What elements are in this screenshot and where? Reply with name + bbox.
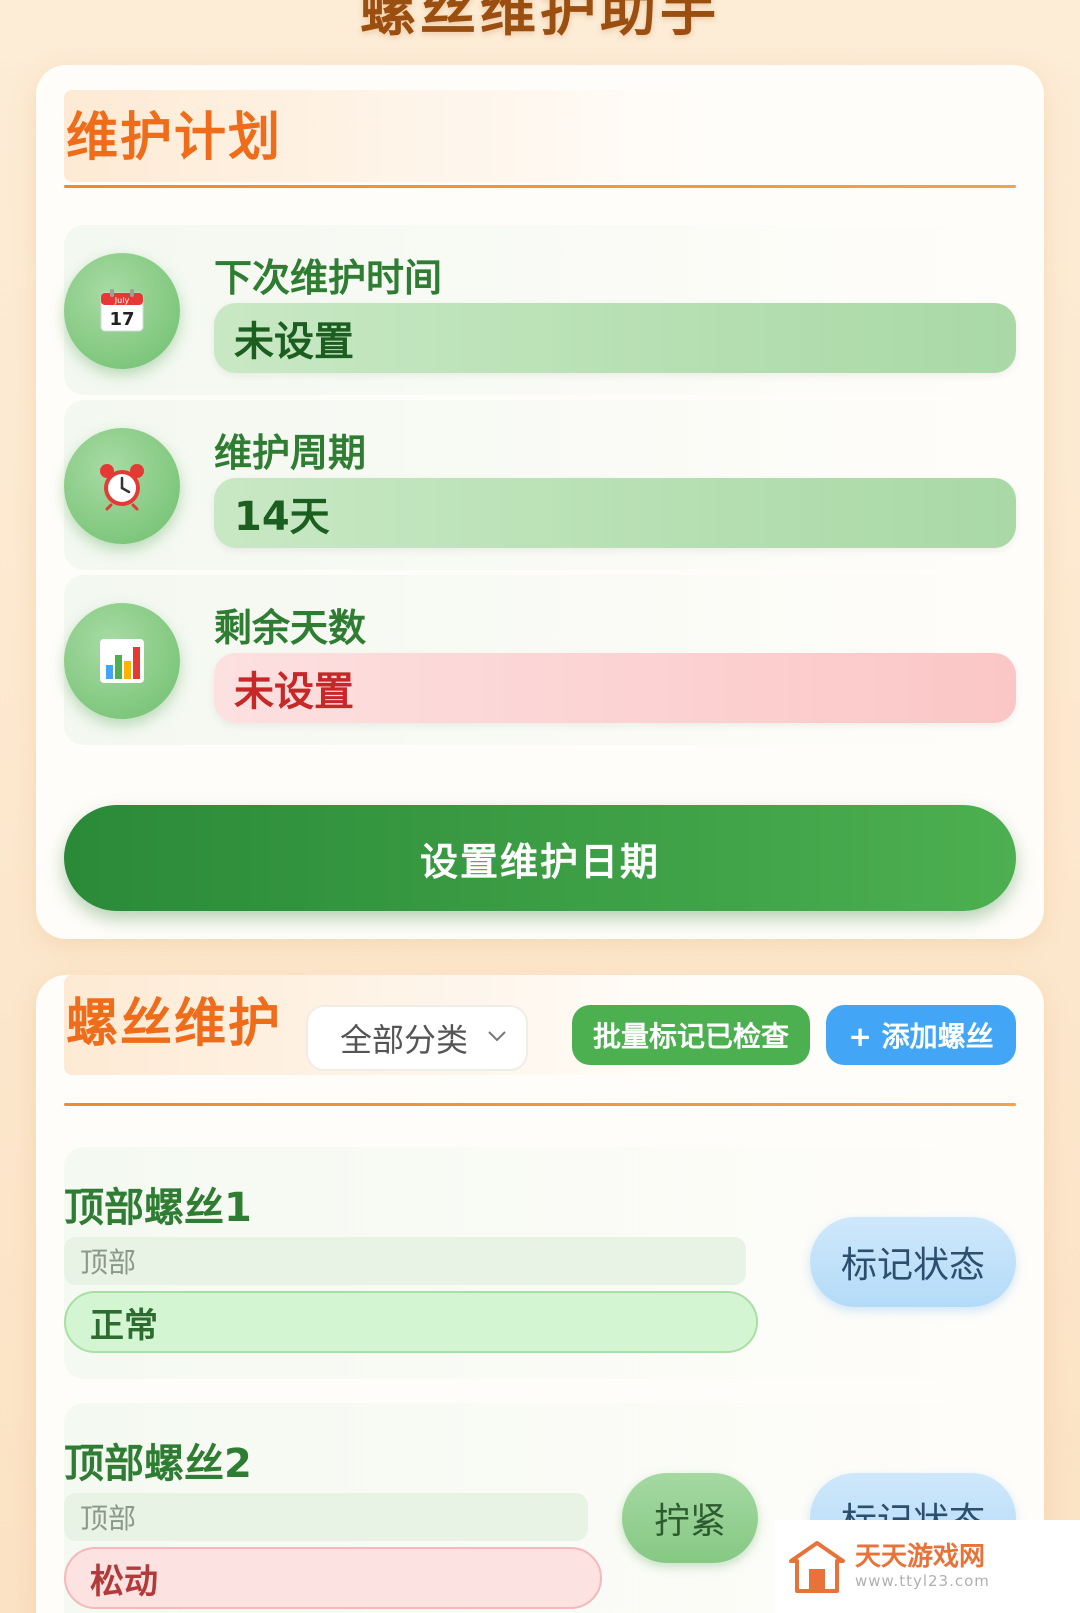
screw-category: 顶部 [64,1237,746,1285]
screw-maintenance-card: 螺丝维护 全部分类 批量标记已检查 + 添加螺丝 顶部螺丝1 顶部 正常 标记状… [36,975,1044,1613]
next-maintenance-value: 未设置 [214,303,1016,373]
info-row-remaining-days: 剩余天数 未设置 [64,575,1016,745]
category-filter-value: 全部分类 [340,1021,469,1059]
svg-text:July: July [114,296,130,305]
bar-chart-icon [100,639,144,683]
maintenance-plan-card: 维护计划 July 17 下次维护时间 未设置 维护周期 14天 剩余天数 未设… [36,65,1044,939]
chevron-down-icon [488,1031,506,1042]
watermark-url: www.ttyl23.com [855,1571,990,1590]
divider [64,1103,1016,1106]
house-logo-icon [789,1540,845,1593]
watermark: 天天游戏网 www.ttyl23.com [775,1520,1080,1613]
divider [64,185,1016,188]
screw-status-badge: 松动 [64,1547,602,1609]
remaining-days-value: 未设置 [214,653,1016,723]
mark-status-button[interactable]: 标记状态 [810,1217,1016,1307]
screw-name: 顶部螺丝1 [64,1185,252,1231]
cycle-value: 14天 [214,478,1016,548]
calendar-icon-badge: July 17 [64,253,180,369]
add-screw-button[interactable]: + 添加螺丝 [826,1005,1016,1065]
info-label: 维护周期 [214,431,367,475]
screw-name: 顶部螺丝2 [64,1441,252,1487]
info-row-cycle: 维护周期 14天 [64,400,1016,570]
info-row-next-maintenance: July 17 下次维护时间 未设置 [64,225,1016,395]
batch-mark-checked-button[interactable]: 批量标记已检查 [572,1005,810,1065]
screw-status-badge: 正常 [64,1291,758,1353]
screw-category: 顶部 [64,1493,588,1541]
svg-text:17: 17 [109,309,134,330]
page-title: 螺丝维护助手 [360,0,720,44]
set-maintenance-date-button[interactable]: 设置维护日期 [64,805,1016,911]
screw-item: 顶部螺丝1 顶部 正常 标记状态 [64,1147,1016,1379]
info-label: 下次维护时间 [214,256,443,300]
tighten-button[interactable]: 拧紧 [622,1473,758,1563]
watermark-name: 天天游戏网 [855,1542,986,1573]
info-label: 剩余天数 [214,606,367,650]
alarm-clock-icon-badge [64,428,180,544]
alarm-clock-icon [100,464,144,511]
category-filter-select[interactable]: 全部分类 [306,1005,528,1071]
section-title-plan: 维护计划 [66,108,283,168]
calendar-icon: July 17 [100,289,144,332]
section-title-screws: 螺丝维护 [66,994,283,1054]
bar-chart-icon-badge [64,603,180,719]
